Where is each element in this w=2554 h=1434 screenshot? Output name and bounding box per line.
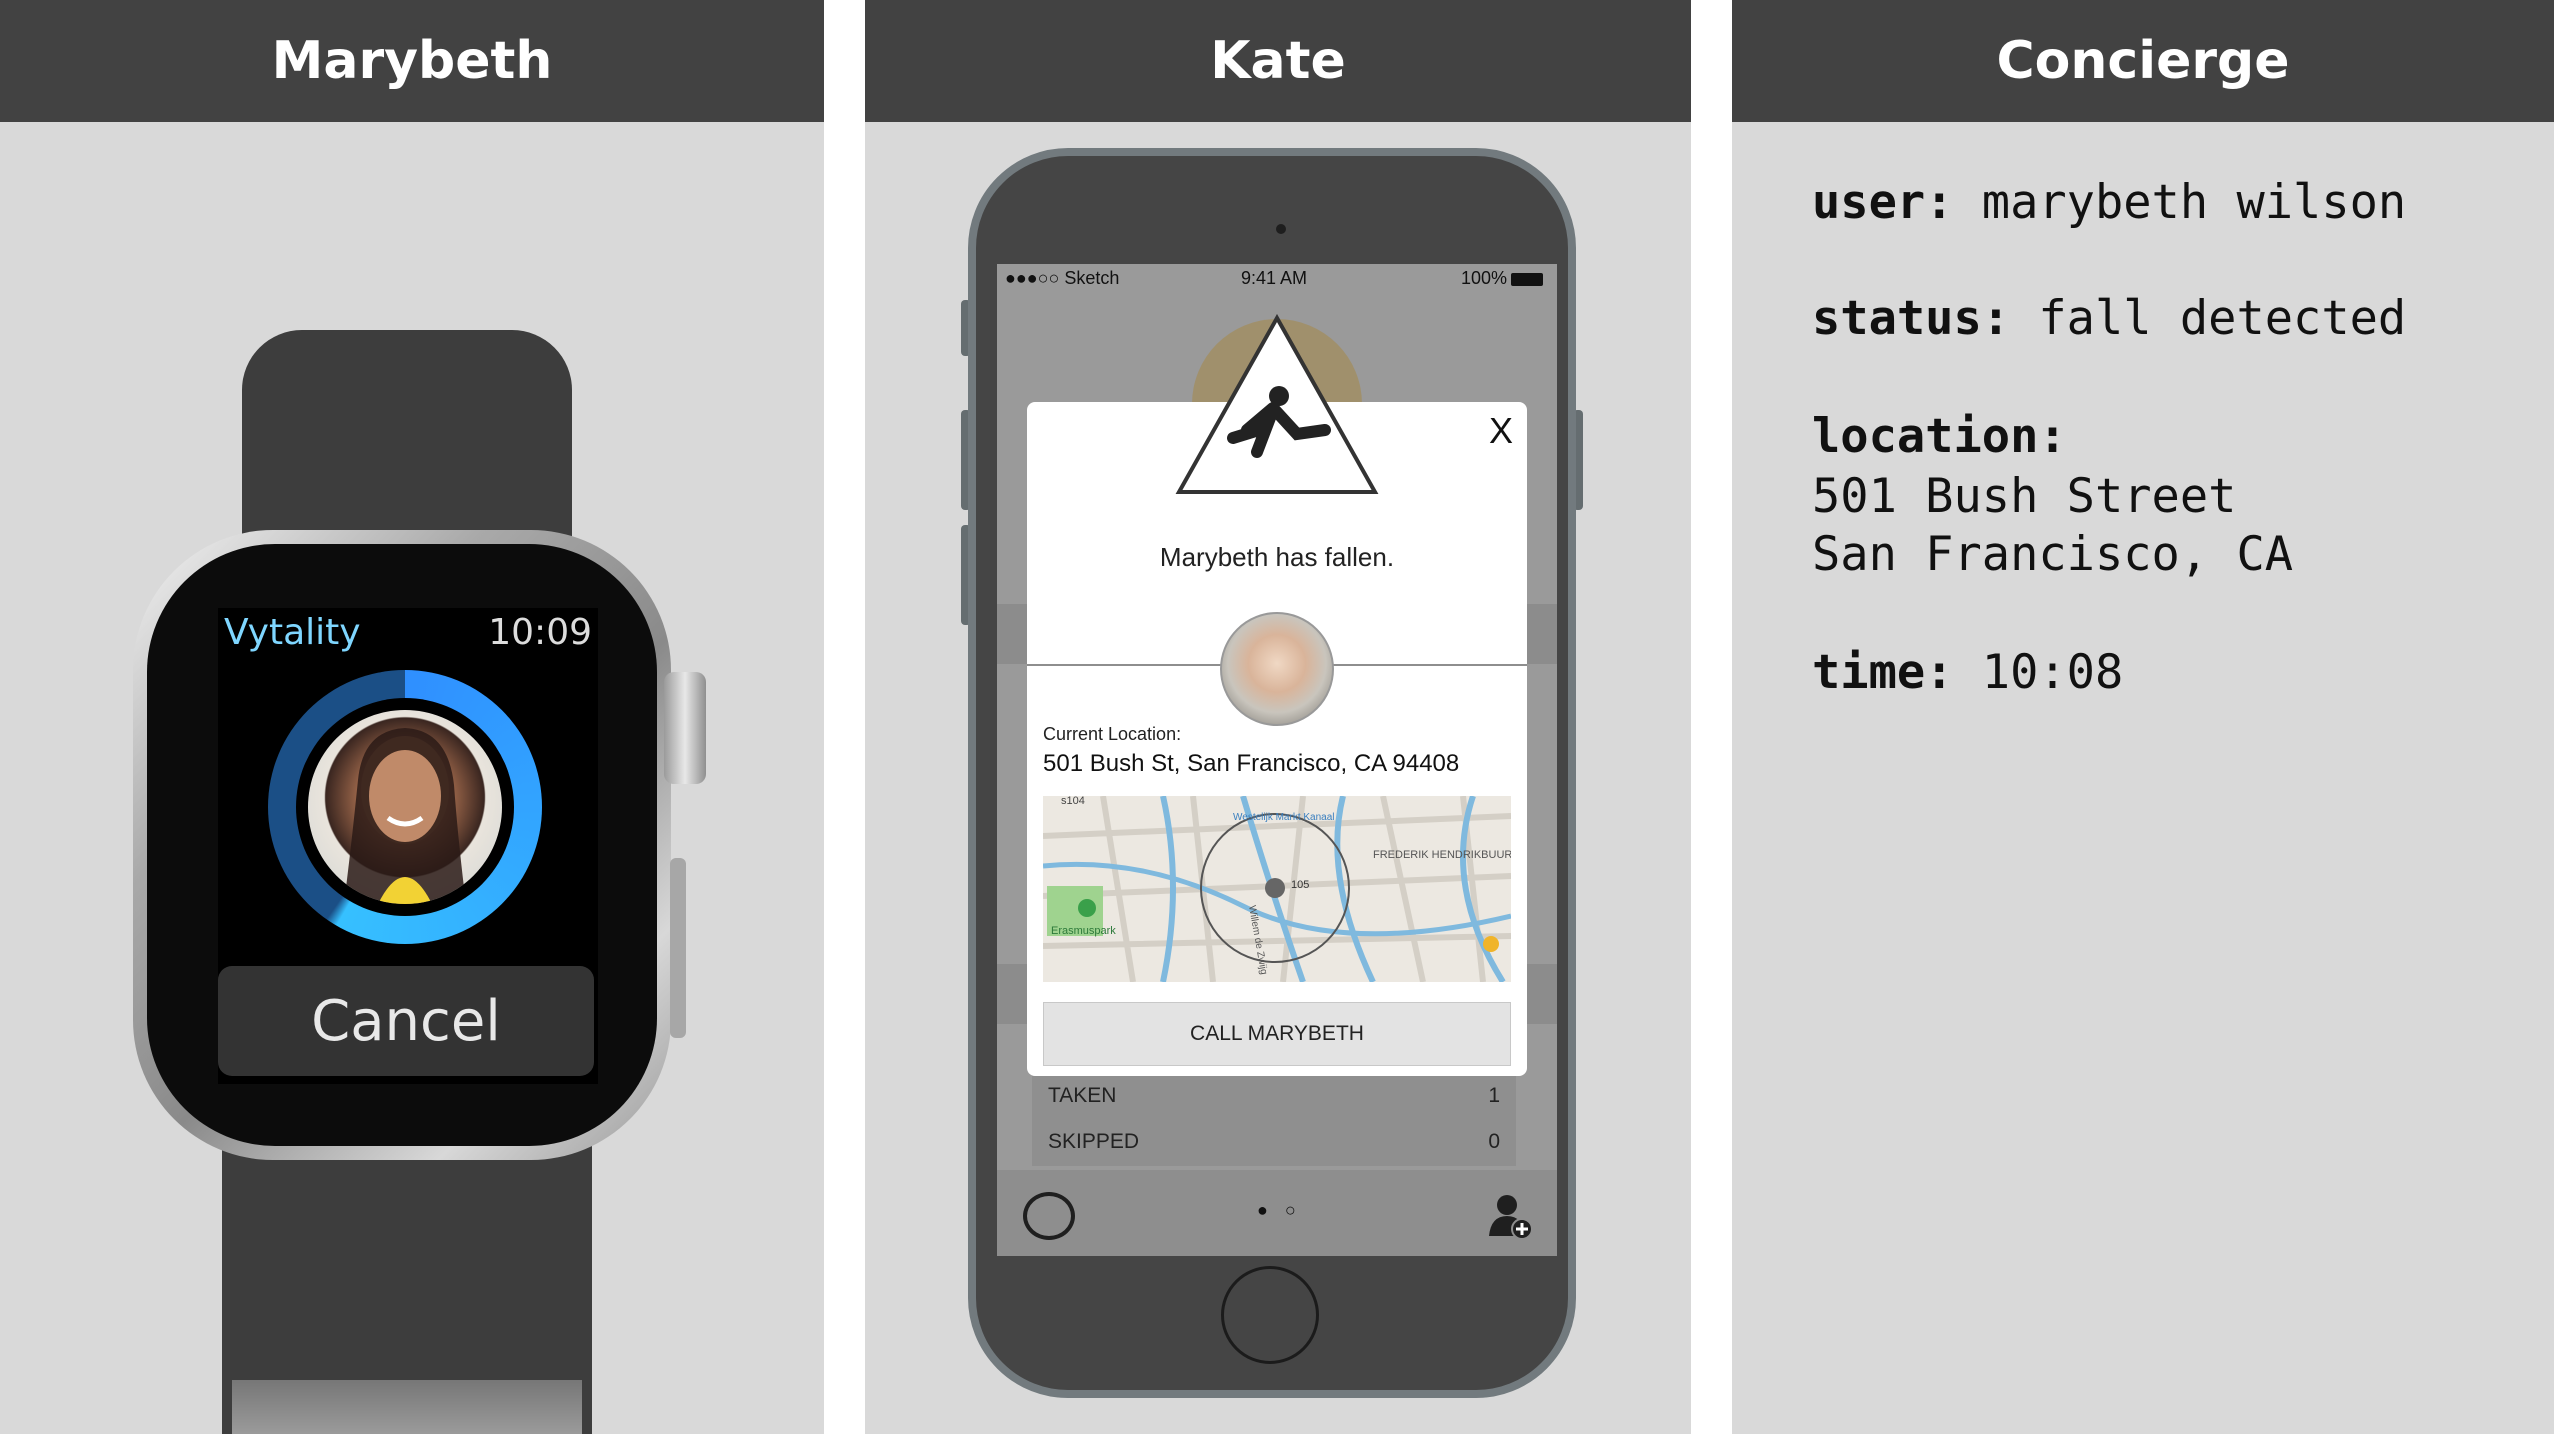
fall-warning-icon (1175, 314, 1379, 494)
concierge-panel: Concierge user: marybeth wilson status: … (1732, 0, 2554, 1434)
location-label: Current Location: (1043, 724, 1182, 744)
battery-indicator: 100% (1461, 268, 1543, 289)
user-field: user: marybeth wilson (1812, 176, 2406, 230)
location-line-1: 501 Bush Street (1812, 469, 2237, 524)
fall-alert-dialog: X Marybeth has fallen. Current Location:… (1027, 314, 1527, 1076)
time-key: time: (1812, 645, 1954, 700)
skipped-count: 0 (1488, 1130, 1500, 1153)
countdown-ring (268, 670, 542, 944)
page-indicator[interactable]: ● ○ (1257, 1200, 1302, 1221)
concierge-agent-icon[interactable] (1023, 1192, 1075, 1240)
taken-row[interactable]: TAKEN 1 (1032, 1070, 1516, 1120)
status-value: fall detected (2038, 291, 2407, 346)
user-avatar (308, 710, 502, 904)
kate-panel: Kate ●●●○○ Sketch 9:41 AM 100% TAKEN 1 S… (865, 0, 1691, 1434)
watch-app-name: Vytality (224, 612, 361, 653)
status-bar: ●●●○○ Sketch 9:41 AM 100% (997, 264, 1557, 294)
watch-screen: Vytality 10:09 Cancel (218, 608, 598, 1084)
user-key: user: (1812, 175, 1954, 230)
call-marybeth-button[interactable]: CALL MARYBETH (1043, 1002, 1511, 1066)
tab-bar: ● ○ (997, 1170, 1557, 1256)
panel-title-kate: Kate (865, 0, 1691, 122)
user-value: marybeth wilson (1981, 175, 2407, 230)
carrier-signal: ●●●○○ Sketch (1005, 268, 1120, 288)
digital-crown[interactable] (664, 672, 706, 784)
status-field: status: fall detected (1812, 292, 2406, 346)
cancel-button[interactable]: Cancel (218, 966, 594, 1076)
skipped-row[interactable]: SKIPPED 0 (1032, 1116, 1516, 1166)
location-key: location: (1812, 409, 2067, 464)
watch-reflection (232, 1380, 582, 1434)
panel-title-concierge: Concierge (1732, 0, 2554, 122)
alert-message: Marybeth has fallen. (1159, 542, 1395, 572)
map-label: 105 (1291, 879, 1309, 891)
home-button[interactable] (1221, 1266, 1319, 1364)
watch-time: 10:09 (488, 612, 592, 653)
skipped-label: SKIPPED (1048, 1130, 1140, 1153)
panel-title-marybeth: Marybeth (0, 0, 824, 122)
phone-earpiece (1276, 224, 1286, 234)
taken-label: TAKEN (1048, 1084, 1117, 1107)
location-address: 501 Bush St, San Francisco, CA 94408 (1043, 750, 1460, 777)
marybeth-panel: Marybeth Vytality 10:09 Cancel (0, 0, 824, 1434)
location-line-2: San Francisco, CA (1812, 527, 2294, 582)
map-label: Erasmuspark (1051, 925, 1116, 937)
taken-count: 1 (1488, 1084, 1500, 1107)
map-label: Westelijk Markt Kanaal (1233, 812, 1335, 823)
status-time: 9:41 AM (1241, 268, 1308, 288)
location-map[interactable]: s104 Erasmuspark FREDERIK HENDRIKBUURT 1… (1043, 796, 1511, 982)
time-field: time: 10:08 (1812, 646, 2123, 700)
battery-icon (1511, 272, 1543, 286)
watch-side-button[interactable] (670, 858, 686, 1038)
add-contact-icon[interactable] (1487, 1192, 1533, 1240)
map-label: FREDERIK HENDRIKBUURT (1373, 849, 1511, 861)
phone-screen: ●●●○○ Sketch 9:41 AM 100% TAKEN 1 SKIPPE… (997, 264, 1557, 1256)
time-value: 10:08 (1981, 645, 2124, 700)
marybeth-avatar (1220, 612, 1334, 726)
status-key: status: (1812, 291, 2011, 346)
map-label: s104 (1061, 796, 1085, 807)
close-button[interactable]: X (1489, 410, 1513, 452)
